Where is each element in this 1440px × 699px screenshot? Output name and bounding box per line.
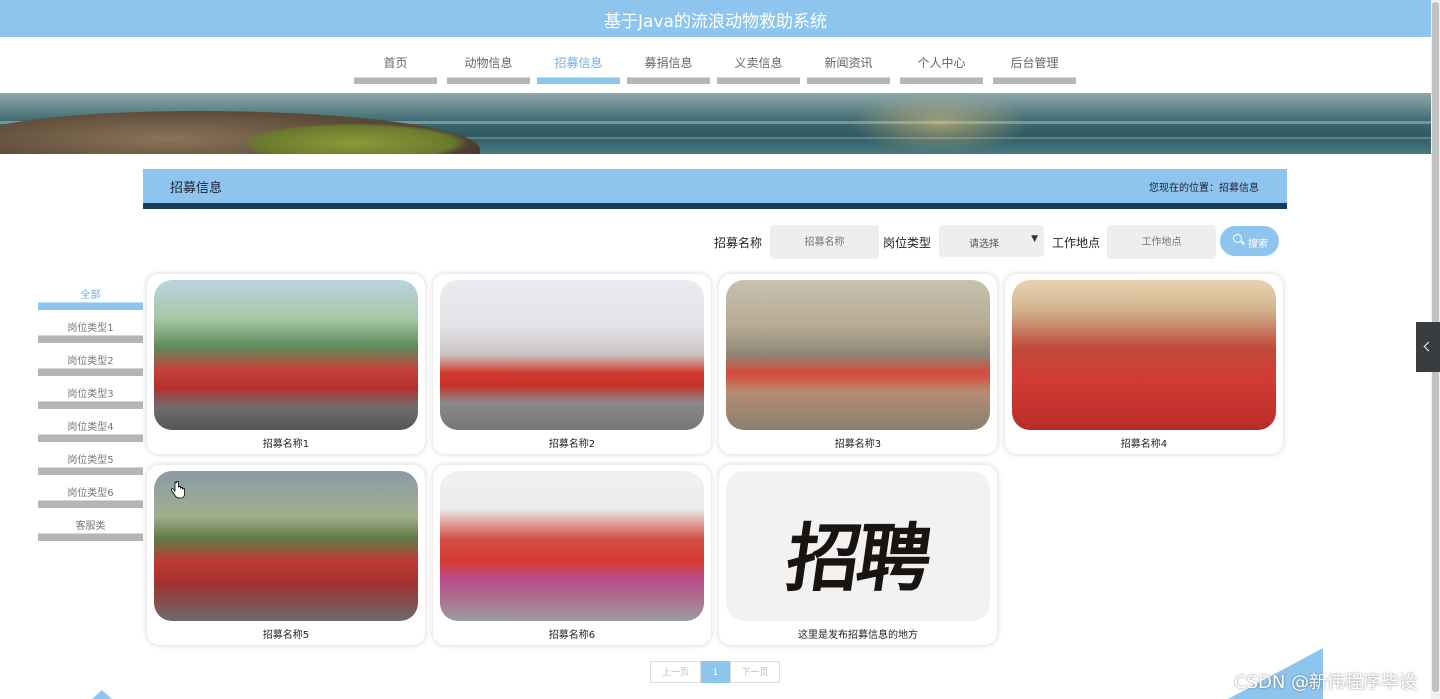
place-input[interactable]: [1107, 225, 1216, 259]
nav-item-bar: [900, 77, 983, 84]
category-label: 岗位类型5: [67, 455, 114, 466]
page-1-button[interactable]: 1: [701, 661, 730, 683]
nav-item-label: 募捐信息: [644, 56, 693, 70]
nav-item-admin[interactable]: 后台管理: [993, 37, 1076, 84]
nav-item-charity-sale[interactable]: 义卖信息: [717, 37, 800, 84]
breadcrumb: 您现在的位置：招募信息: [1149, 183, 1259, 194]
category-type5[interactable]: 岗位类型5: [38, 442, 143, 475]
category-type1[interactable]: 岗位类型1: [38, 310, 143, 343]
recruit-card-caption[interactable]: 招募名称4: [1005, 435, 1283, 450]
place-label: 工作地点: [1052, 236, 1101, 250]
recruit-card-caption[interactable]: 招募名称1: [147, 435, 425, 450]
nav-item-recruit[interactable]: 招募信息: [537, 37, 620, 84]
recruit-card-image[interactable]: [440, 280, 704, 430]
nav-item-label: 个人中心: [917, 56, 966, 70]
nav-item-profile[interactable]: 个人中心: [900, 37, 983, 84]
nav-item-bar: [717, 77, 800, 84]
decor-triangle: [92, 690, 112, 699]
category-label: 客服类: [75, 521, 106, 532]
section-title: 招募信息: [170, 181, 223, 196]
recruit-card-caption[interactable]: 招募名称3: [719, 435, 997, 450]
category-all[interactable]: 全部: [38, 277, 143, 310]
recruit-card[interactable]: 招募名称1: [147, 274, 425, 454]
category-bar: [38, 401, 143, 409]
nav-item-label: 后台管理: [1010, 56, 1059, 70]
prev-page-button[interactable]: 上一页: [650, 661, 701, 683]
nav-item-bar: [627, 77, 710, 84]
category-bar: [38, 500, 143, 508]
recruit-card-image[interactable]: [154, 471, 418, 621]
section-header: 招募信息 您现在的位置：招募信息: [143, 169, 1287, 209]
nav-item-label: 招募信息: [554, 56, 603, 70]
recruit-card[interactable]: 招募名称5: [147, 465, 425, 645]
recruit-card-caption[interactable]: 招募名称5: [147, 626, 425, 641]
recruit-card-caption[interactable]: 这里是发布招募信息的地方: [719, 626, 997, 641]
name-input[interactable]: [770, 225, 879, 259]
recruit-card-image[interactable]: [154, 280, 418, 430]
recruit-card[interactable]: 招募名称2: [433, 274, 711, 454]
watermark-text: CSDN @新伟程序毕设: [1234, 672, 1418, 693]
type-select-value: 请选择: [969, 239, 999, 250]
category-type4[interactable]: 岗位类型4: [38, 409, 143, 442]
side-panel-toggle[interactable]: [1416, 322, 1440, 372]
recruit-card-image[interactable]: [440, 471, 704, 621]
recruit-card[interactable]: 招聘 这里是发布招募信息的地方: [719, 465, 997, 645]
recruit-card[interactable]: 招募名称6: [433, 465, 711, 645]
category-bar: [38, 368, 143, 376]
recruit-card-caption[interactable]: 招募名称6: [433, 626, 711, 641]
category-label: 岗位类型4: [67, 422, 114, 433]
category-bar: [38, 467, 143, 475]
nav-item-donation[interactable]: 募捐信息: [627, 37, 710, 84]
banner-image: [0, 93, 1431, 154]
category-type6[interactable]: 岗位类型6: [38, 475, 143, 508]
nav-item-label: 新闻资讯: [824, 56, 873, 70]
nav-item-bar: [537, 77, 620, 84]
nav-item-bar: [354, 77, 437, 84]
type-label: 岗位类型: [883, 236, 932, 250]
category-bar: [38, 434, 143, 442]
name-label: 招募名称: [714, 236, 763, 250]
type-select[interactable]: 请选择 ▼: [939, 225, 1044, 257]
nav-item-bar: [447, 77, 530, 84]
search-icon: [1233, 234, 1242, 243]
category-bar: [38, 335, 143, 343]
top-header: 基于Java的流浪动物救助系统: [0, 0, 1431, 37]
nav-item-label: 义卖信息: [734, 56, 783, 70]
nav-item-bar: [807, 77, 890, 84]
next-page-button[interactable]: 下一页: [730, 661, 780, 683]
main-nav: 首页 动物信息 招募信息 募捐信息 义卖信息 新闻资讯 个人中心 后台管理: [0, 37, 1431, 93]
recruit-calligraphy-text: 招聘: [781, 516, 934, 602]
hand-cursor-icon: [171, 481, 185, 499]
category-label: 岗位类型2: [67, 356, 114, 367]
recruit-card-image[interactable]: [726, 280, 990, 430]
recruit-card[interactable]: 招募名称4: [1005, 274, 1283, 454]
nav-item-animals[interactable]: 动物信息: [447, 37, 530, 84]
recruit-card-caption[interactable]: 招募名称2: [433, 435, 711, 450]
nav-item-home[interactable]: 首页: [354, 37, 437, 84]
recruit-card[interactable]: 招募名称3: [719, 274, 997, 454]
category-label: 岗位类型1: [67, 323, 114, 334]
site-title: 基于Java的流浪动物救助系统: [604, 12, 827, 32]
category-customer-service[interactable]: 客服类: [38, 508, 143, 541]
recruit-card-image[interactable]: 招聘: [726, 471, 990, 621]
search-button-label: 搜索: [1248, 239, 1268, 250]
category-label: 岗位类型3: [67, 389, 114, 400]
category-bar: [38, 302, 143, 310]
category-bar: [38, 533, 143, 541]
category-type2[interactable]: 岗位类型2: [38, 343, 143, 376]
category-type3[interactable]: 岗位类型3: [38, 376, 143, 409]
search-button[interactable]: 搜索: [1220, 226, 1279, 256]
recruit-card-image[interactable]: [1012, 280, 1276, 430]
category-label: 全部: [80, 290, 101, 301]
chevron-down-icon: ▼: [1031, 234, 1038, 244]
nav-item-news[interactable]: 新闻资讯: [807, 37, 890, 84]
nav-item-label: 首页: [383, 56, 408, 70]
category-label: 岗位类型6: [67, 488, 114, 499]
section-header-underline: [143, 203, 1287, 209]
nav-item-label: 动物信息: [464, 56, 513, 70]
nav-item-bar: [993, 77, 1076, 84]
